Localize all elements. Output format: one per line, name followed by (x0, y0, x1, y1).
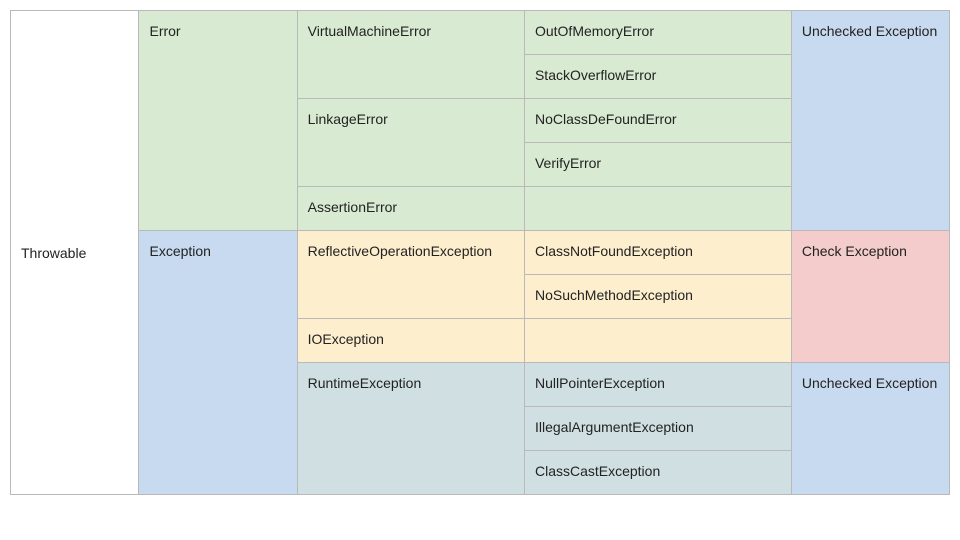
l3-label: NullPointerException (535, 375, 665, 391)
cell-l3-nullpointer: NullPointerException (524, 363, 791, 407)
l3-label: VerifyError (535, 155, 601, 171)
l3-label: StackOverflowError (535, 67, 656, 83)
l3-label: ClassNotFoundException (535, 243, 693, 259)
cell-l3-verify: VerifyError (524, 143, 791, 187)
l3-label: IllegalArgumentException (535, 419, 694, 435)
cell-l1-error: Error (139, 11, 297, 231)
table-row: Exception ReflectiveOperationException C… (11, 231, 950, 275)
cell-root: Throwable (11, 11, 139, 495)
note-label: Unchecked Exception (802, 375, 937, 391)
note-label: Check Exception (802, 243, 907, 259)
cell-l3-stackoverflow: StackOverflowError (524, 55, 791, 99)
cell-note-check: Check Exception (791, 231, 949, 363)
l2-label: AssertionError (308, 199, 397, 215)
cell-l3-nosuchmethod: NoSuchMethodException (524, 275, 791, 319)
note-label: Unchecked Exception (802, 23, 937, 39)
cell-l3-classcast: ClassCastException (524, 451, 791, 495)
l2-label: IOException (308, 331, 384, 347)
l2-label: RuntimeException (308, 375, 422, 391)
cell-l1-exception: Exception (139, 231, 297, 495)
cell-l2-runtime: RuntimeException (297, 363, 524, 495)
l3-label: ClassCastException (535, 463, 660, 479)
throwable-hierarchy-table: Throwable Error VirtualMachineError OutO… (10, 10, 950, 495)
cell-l2-linkage: LinkageError (297, 99, 524, 187)
l2-label: LinkageError (308, 111, 388, 127)
cell-l2-vmerror: VirtualMachineError (297, 11, 524, 99)
cell-l3-oom: OutOfMemoryError (524, 11, 791, 55)
l3-label: NoSuchMethodException (535, 287, 693, 303)
cell-l2-assertion: AssertionError (297, 187, 524, 231)
l1-label: Exception (149, 243, 210, 259)
l1-label: Error (149, 23, 180, 39)
l2-label: ReflectiveOperationException (308, 243, 492, 259)
l2-label: VirtualMachineError (308, 23, 431, 39)
l3-label: OutOfMemoryError (535, 23, 654, 39)
cell-note-unchecked-2: Unchecked Exception (791, 363, 949, 495)
root-label: Throwable (21, 245, 86, 261)
cell-l3-illegalarg: IllegalArgumentException (524, 407, 791, 451)
l3-label: NoClassDeFoundError (535, 111, 677, 127)
cell-l3-noclassdef: NoClassDeFoundError (524, 99, 791, 143)
cell-l2-ioexception: IOException (297, 319, 524, 363)
cell-l3-classnotfound: ClassNotFoundException (524, 231, 791, 275)
cell-l3-empty-2 (524, 319, 791, 363)
table-row: Throwable Error VirtualMachineError OutO… (11, 11, 950, 55)
cell-note-unchecked-1: Unchecked Exception (791, 11, 949, 231)
cell-l3-empty-1 (524, 187, 791, 231)
cell-l2-reflective: ReflectiveOperationException (297, 231, 524, 319)
